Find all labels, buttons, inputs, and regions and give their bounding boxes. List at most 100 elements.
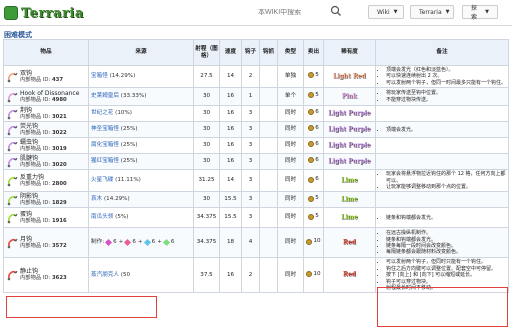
item-name[interactable]: 反重力钩	[20, 174, 67, 181]
item-id-value: 3623	[52, 275, 67, 282]
source-link[interactable]: 哀木	[91, 196, 102, 202]
rarity-label: Red	[343, 271, 356, 279]
table-row: 荧光钩 内部物品 ID: 3022 神圣宝箱怪 (25%) 30 16 3 同时…	[3, 121, 509, 139]
hook-item-icon[interactable]	[6, 91, 18, 103]
source-link[interactable]: 南瓜头领	[91, 214, 113, 220]
range-cell: 30	[193, 191, 220, 209]
item-name[interactable]: 阴影钩	[20, 193, 67, 200]
notes-cell: 链条和钩端都会发光。	[375, 207, 509, 229]
source-link[interactable]: 猩红宝箱怪	[91, 158, 119, 164]
item-cell: Hook of Dissonance 内部物品 ID: 4980	[3, 87, 89, 107]
latch-cell	[259, 64, 278, 89]
hook-item-icon[interactable]	[6, 71, 18, 83]
menu-wiki[interactable]: Wiki ▼	[368, 5, 404, 19]
source-link[interactable]: 腐化宝箱怪	[91, 142, 119, 148]
col-header-notes[interactable]: 备注	[375, 39, 509, 66]
rarity-cell: Light Purple	[323, 105, 376, 123]
hook-item-icon[interactable]	[6, 269, 18, 281]
item-name[interactable]: Hook of Dissonance	[20, 90, 79, 97]
speed-cell: 14	[219, 64, 242, 89]
col-header-range[interactable]: 射程（图格）	[193, 39, 220, 66]
site-logo[interactable]: Terraria	[4, 3, 84, 23]
col-header-source[interactable]: 来源	[88, 39, 194, 66]
item-name[interactable]: 荧光钩	[20, 123, 67, 130]
speed-cell: 16	[219, 105, 242, 123]
hook-item-icon[interactable]	[6, 124, 18, 136]
source-link[interactable]: 蒸汽朋克人	[91, 272, 119, 278]
hook-item-icon[interactable]	[6, 175, 18, 187]
gold-coin-icon	[308, 125, 315, 132]
range-cell: 30	[193, 121, 220, 139]
hook-item-icon[interactable]	[6, 108, 18, 120]
item-name[interactable]: 肌腱钩	[20, 155, 67, 162]
search-box[interactable]	[258, 5, 358, 19]
search-icon[interactable]	[330, 5, 342, 17]
col-header-type[interactable]: 类型	[277, 39, 304, 66]
notes-list: 顶端会发光。	[378, 127, 506, 133]
rarity-cell: Lime	[323, 207, 376, 229]
note-item: 链条和钩端都会发光。	[386, 215, 506, 221]
notes-cell: 将玩家传送至钩中位置。不能穿过物块传送。	[375, 87, 509, 107]
hook-item-icon[interactable]	[6, 212, 18, 224]
item-cell: 反重力钩 内部物品 ID: 2800	[3, 169, 89, 193]
source-link[interactable]: 史莱姆皇后	[91, 93, 119, 99]
plus-sign: +	[137, 239, 143, 246]
source-link[interactable]: 神圣宝箱怪	[91, 126, 119, 132]
item-id: 内部物品 ID: 3020	[20, 162, 67, 169]
item-name[interactable]: 月钩	[20, 236, 67, 243]
chevron-down-icon: ▼	[393, 9, 398, 15]
table-row: 肌腱钩 内部物品 ID: 3020 猩红宝箱怪 (25%) 30 16 3 同时…	[3, 153, 509, 171]
source-cell: 腐化宝箱怪 (25%)	[88, 137, 194, 155]
source-cell: 宝箱怪 (14.29%)	[88, 64, 194, 89]
col-header-rarity[interactable]: 稀有度	[323, 39, 376, 66]
rarity-label: Light Red	[333, 72, 366, 80]
item-cell: 月钩 内部物品 ID: 3572	[3, 227, 89, 259]
source-link[interactable]: 火星飞碟	[91, 177, 113, 183]
col-header-sell[interactable]: 卖出	[303, 39, 324, 66]
rarity-label: Lime	[341, 195, 358, 203]
latch-cell	[259, 227, 278, 259]
table-row: 蠕虫钩 内部物品 ID: 3019 腐化宝箱怪 (25%) 30 16 3 同时…	[3, 137, 509, 155]
rarity-label: Lime	[341, 213, 358, 221]
menu-terraria[interactable]: Terraria ▼	[410, 5, 454, 19]
item-id-value: 3020	[52, 161, 67, 168]
craft-amount: 6	[113, 239, 117, 246]
col-header-latch[interactable]: 钩抓	[259, 39, 278, 66]
gold-coin-icon	[308, 213, 315, 220]
item-name[interactable]: 双钩	[20, 70, 63, 77]
sell-cell: 5	[303, 87, 324, 107]
item-cell: 阴影钩 内部物品 ID: 1829	[3, 191, 89, 209]
source-link[interactable]: 宝箱怪	[91, 73, 108, 79]
table-row: 反重力钩 内部物品 ID: 2800 火星飞碟 (11.11%) 31.25 1…	[3, 169, 509, 193]
hook-item-icon[interactable]	[6, 140, 18, 152]
range-cell: 30	[193, 87, 220, 107]
source-link[interactable]: 世纪之花	[91, 110, 113, 116]
col-header-speed[interactable]: 速度	[219, 39, 242, 66]
latch-cell	[259, 191, 278, 209]
logo-tree-icon	[4, 6, 18, 20]
source-cell: 哀木 (14.29%)	[88, 191, 194, 209]
menu-explore[interactable]: 探索 ▼	[462, 5, 498, 21]
col-header-hooks[interactable]: 钩子	[241, 39, 260, 66]
col-header-item[interactable]: 物品	[3, 39, 89, 66]
sell-cell: 6	[303, 153, 324, 171]
item-name[interactable]: 蠕虫钩	[20, 139, 67, 146]
sell-cell: 6	[303, 105, 324, 123]
rarity-cell: Red	[323, 227, 376, 259]
table-row: 双钩 内部物品 ID: 437 宝箱怪 (14.29%) 27.5 14 2 单…	[3, 64, 509, 89]
highlight-box-notes	[377, 287, 508, 327]
sell-value: 5	[315, 195, 319, 202]
notes-list: 顶端会发光（红色和淡蓝色）。可以快速连续射出 2 次。可以发射两个钩子，但同一时…	[378, 67, 506, 86]
item-id-prefix: 内部物品 ID:	[20, 180, 51, 187]
search-input[interactable]	[258, 8, 338, 16]
hook-item-icon[interactable]	[6, 194, 18, 206]
item-id: 内部物品 ID: 1829	[20, 200, 67, 207]
sell-value: 5	[315, 91, 319, 98]
item-name[interactable]: 蛋钩	[20, 211, 67, 218]
gold-coin-icon	[308, 157, 315, 164]
item-name[interactable]: 荆钩	[20, 107, 67, 114]
hook-item-icon[interactable]	[6, 237, 18, 249]
range-cell: 30	[193, 153, 220, 171]
hook-item-icon[interactable]	[6, 156, 18, 168]
item-id: 内部物品 ID: 3021	[20, 114, 67, 121]
